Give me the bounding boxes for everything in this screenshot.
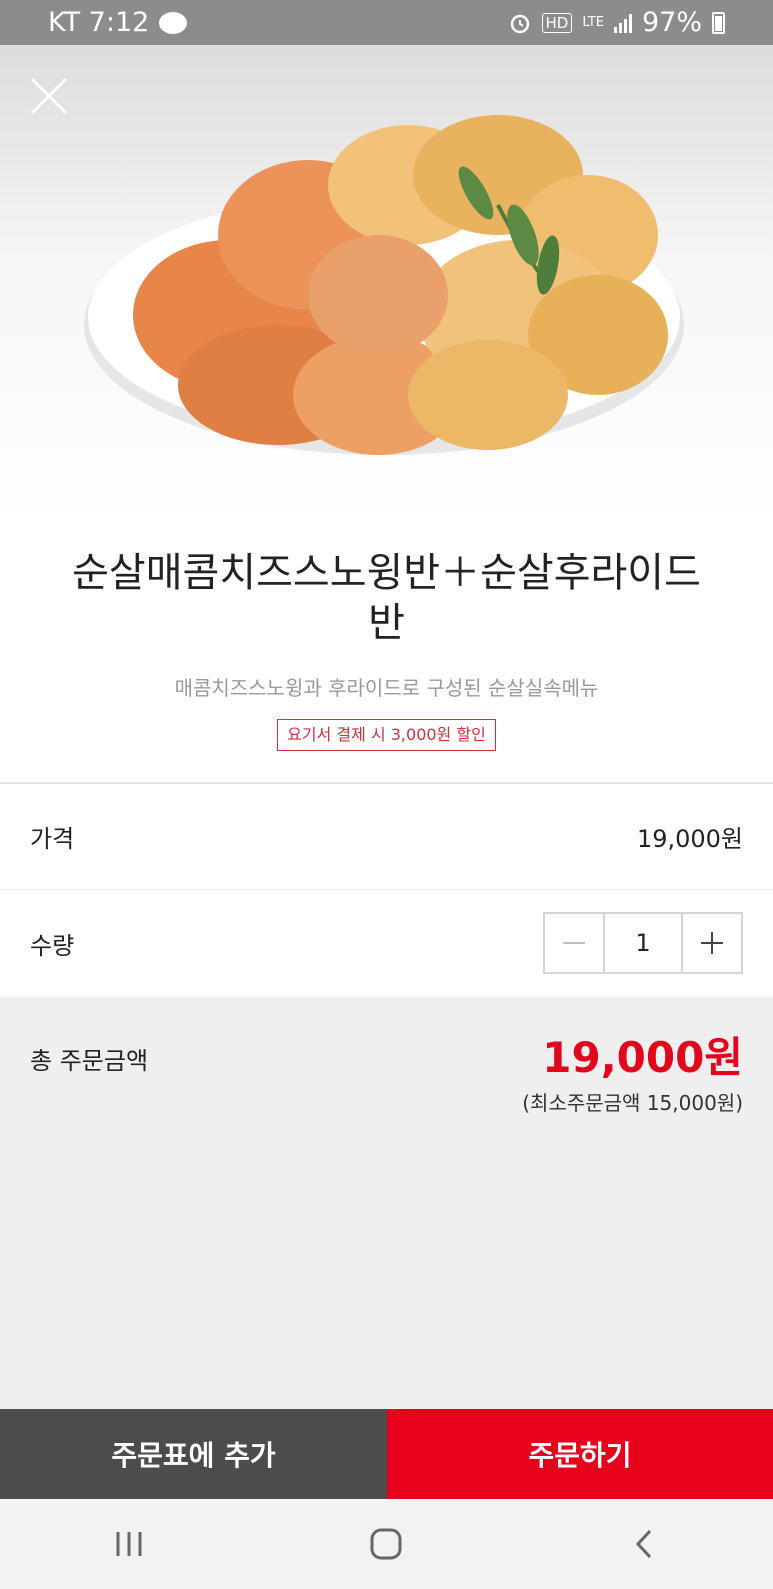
back-button[interactable] — [604, 1514, 684, 1574]
quantity-stepper: 1 — [543, 912, 743, 974]
talk-icon — [159, 11, 188, 34]
home-button[interactable] — [346, 1514, 426, 1574]
decrease-button[interactable] — [545, 914, 603, 972]
back-icon — [636, 1529, 652, 1559]
plus-icon — [701, 932, 723, 954]
discount-badge-wrapper: 요기서 결제 시 3,000원 할인 — [0, 719, 773, 751]
quantity-row: 수량 1 — [0, 890, 773, 996]
alarm-icon — [510, 14, 529, 33]
discount-badge: 요기서 결제 시 3,000원 할인 — [277, 719, 496, 751]
battery-icon — [712, 11, 725, 34]
recent-apps-icon — [116, 1532, 142, 1556]
signal-icon — [613, 13, 632, 33]
total-amount: 19,000원 — [542, 1033, 743, 1082]
quantity-value: 1 — [603, 914, 683, 972]
battery-percent: 97% — [641, 7, 702, 38]
order-button[interactable]: 주문하기 — [387, 1409, 773, 1499]
close-icon — [31, 78, 67, 114]
price-value: 19,000원 — [636, 825, 743, 853]
increase-button[interactable] — [683, 914, 741, 972]
minimum-order-note: (최소주문금액 15,000원) — [522, 1091, 743, 1115]
navigation-bar — [0, 1499, 773, 1589]
price-label: 가격 — [30, 825, 75, 853]
close-button[interactable] — [28, 75, 70, 117]
status-right: HD LTE 97% — [508, 7, 725, 38]
carrier-time: KT 7:12 — [48, 7, 150, 38]
total-label: 총 주문금액 — [30, 1047, 149, 1075]
recent-apps-button[interactable] — [89, 1514, 169, 1574]
status-left: KT 7:12 — [48, 7, 188, 38]
product-image-area — [0, 45, 773, 520]
status-bar: KT 7:12 HD LTE 97% — [0, 0, 773, 45]
minus-icon — [563, 942, 585, 944]
quantity-label: 수량 — [30, 931, 75, 960]
lte-icon: LTE — [582, 15, 604, 30]
total-section: 총 주문금액 19,000원 (최소주문금액 15,000원) — [0, 997, 773, 1409]
home-icon — [370, 1528, 402, 1560]
product-description: 매콤치즈스노윙과 후라이드로 구성된 순살실속메뉴 — [174, 676, 599, 700]
hd-icon: HD — [541, 12, 573, 33]
product-title: 순살매콤치즈스노윙반＋순살후라이드반 — [72, 550, 701, 646]
add-to-cart-button[interactable]: 주문표에 추가 — [0, 1409, 387, 1499]
fried-chicken-image — [84, 115, 684, 455]
price-row: 가격 19,000원 — [0, 784, 773, 890]
